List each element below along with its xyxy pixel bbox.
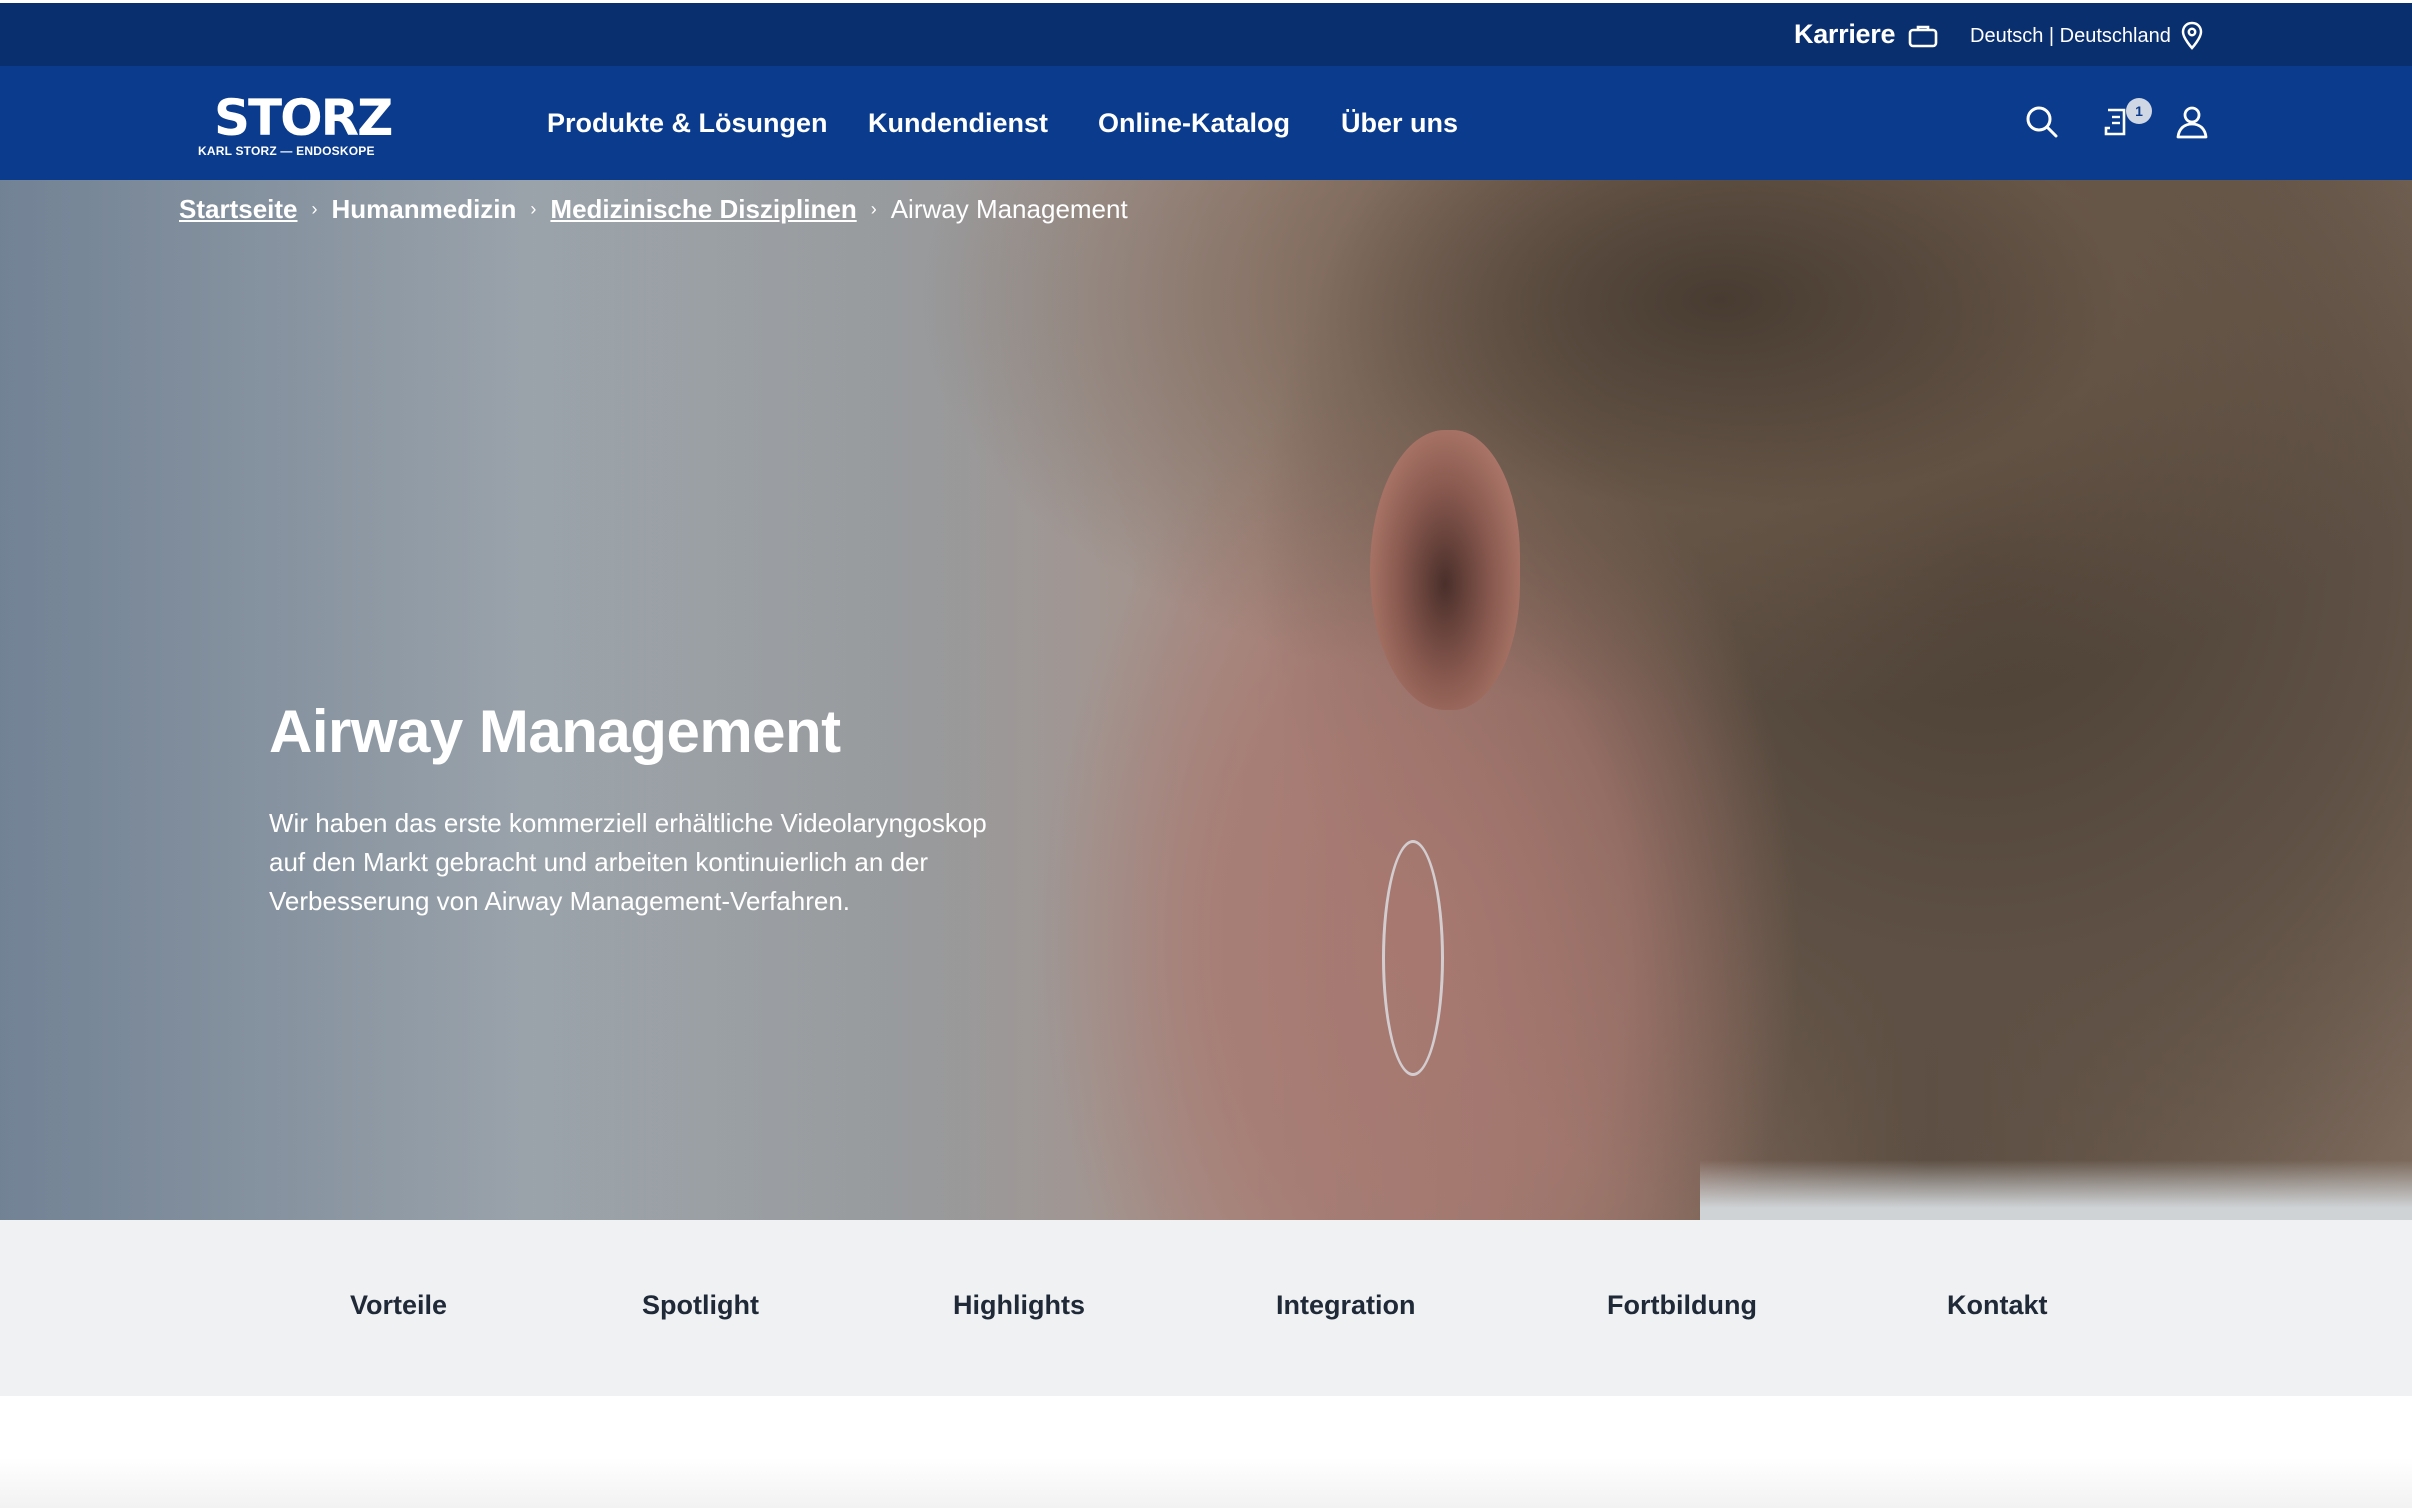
chevron-right-icon: › [530, 199, 537, 219]
nav-item-kundendienst[interactable]: Kundendienst [868, 108, 1048, 139]
nav-item-produkte[interactable]: Produkte & Lösungen [547, 108, 828, 139]
hero-description: Wir haben das erste kommerziell erhältli… [269, 808, 987, 916]
location-pin-icon[interactable] [2180, 21, 2204, 56]
logo-subline: KARL STORZ — ENDOSKOPE [198, 144, 375, 158]
tab-vorteile[interactable]: Vorteile [350, 1290, 447, 1321]
nav-item-online-katalog[interactable]: Online-Katalog [1098, 108, 1290, 139]
career-link[interactable]: Karriere [1794, 19, 1895, 50]
logo-wordmark: STORZ [214, 89, 393, 147]
briefcase-icon[interactable] [1908, 23, 1938, 54]
breadcrumb-startseite[interactable]: Startseite [179, 194, 298, 224]
tab-fortbildung[interactable]: Fortbildung [1607, 1290, 1757, 1321]
section-navigation: Vorteile Spotlight Highlights Integratio… [0, 1220, 2412, 1396]
breadcrumb-medizinische-disziplinen[interactable]: Medizinische Disziplinen [550, 194, 856, 224]
tab-kontakt[interactable]: Kontakt [1947, 1290, 2048, 1321]
tab-spotlight[interactable]: Spotlight [642, 1290, 759, 1321]
chevron-right-icon: › [311, 199, 318, 219]
nav-item-ueber-uns[interactable]: Über uns [1341, 108, 1458, 139]
main-navigation: STORZ KARL STORZ — ENDOSKOPE Produkte & … [0, 66, 2412, 180]
breadcrumb-humanmedizin[interactable]: Humanmedizin [332, 194, 517, 224]
language-selector[interactable]: Deutsch | Deutschland [1970, 25, 2171, 48]
content-area [0, 1396, 2412, 1508]
utility-bar: Karriere Deutsch | Deutschland [0, 0, 2412, 66]
tab-integration[interactable]: Integration [1276, 1290, 1416, 1321]
storz-logo[interactable]: STORZ KARL STORZ — ENDOSKOPE [196, 89, 393, 158]
tab-highlights[interactable]: Highlights [953, 1290, 1085, 1321]
search-icon[interactable] [2024, 104, 2060, 145]
cart-count-badge: 1 [2126, 98, 2152, 124]
breadcrumb-current: Airway Management [890, 194, 1128, 224]
user-account-icon[interactable] [2174, 104, 2210, 145]
page-title: Airway Management [269, 698, 841, 765]
chevron-right-icon: › [870, 199, 877, 219]
breadcrumb: Startseite › Humanmedizin › Medizinische Dis… [179, 194, 1128, 225]
